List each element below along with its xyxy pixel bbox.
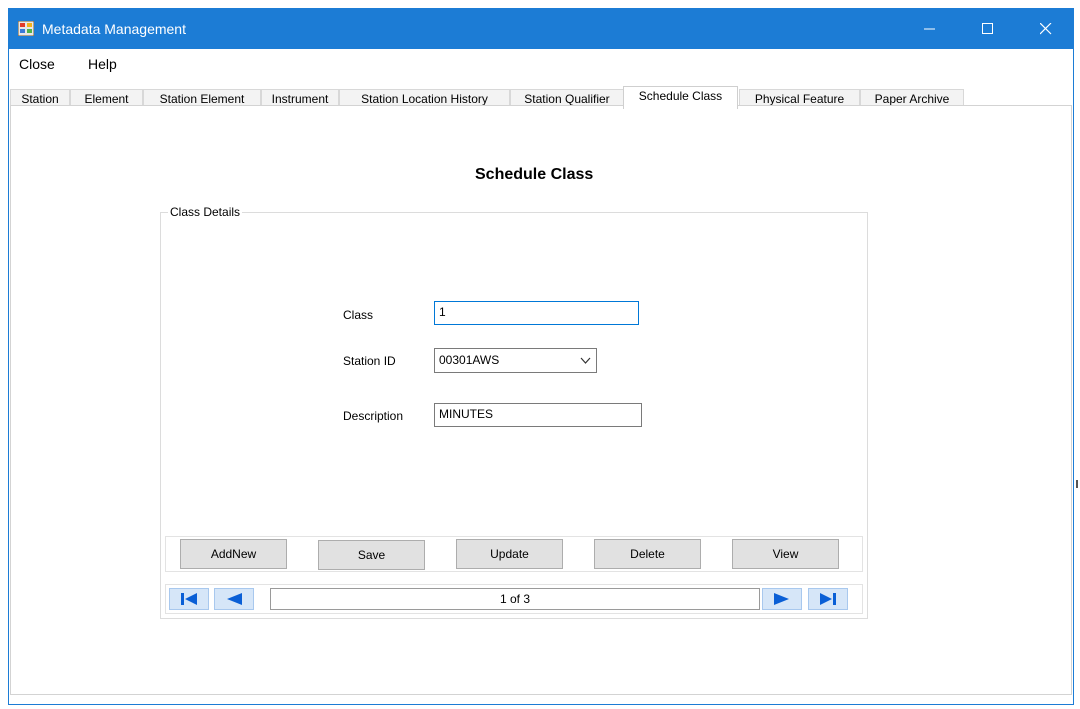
menu-bar: Close Help <box>9 50 1073 74</box>
app-icon <box>18 21 34 36</box>
maximize-button[interactable] <box>959 9 1017 49</box>
station-id-label: Station ID <box>343 354 396 368</box>
description-label: Description <box>343 409 404 423</box>
previous-record-icon <box>227 593 242 605</box>
minimize-button[interactable] <box>901 9 959 49</box>
page-title: Schedule Class <box>475 166 594 183</box>
close-window-button[interactable] <box>1017 9 1075 49</box>
chevron-down-icon <box>580 357 591 364</box>
next-record-button[interactable] <box>762 588 802 610</box>
edge-marker <box>1076 480 1078 488</box>
class-label: Class <box>343 308 374 322</box>
maximize-icon <box>982 23 993 34</box>
record-position: 1 of 3 <box>270 588 760 610</box>
last-record-icon <box>820 593 836 605</box>
last-record-button[interactable] <box>808 588 848 610</box>
class-input[interactable]: 1 <box>434 301 639 325</box>
save-button[interactable]: Save <box>318 540 425 570</box>
description-value: MINUTES <box>439 407 493 421</box>
station-id-value: 00301AWS <box>439 353 500 367</box>
view-button[interactable]: View <box>732 539 839 569</box>
tab-schedule-class[interactable]: Schedule Class <box>623 86 738 109</box>
update-button[interactable]: Update <box>456 539 563 569</box>
first-record-button[interactable] <box>169 588 209 610</box>
title-bar[interactable]: Metadata Management <box>9 9 1073 49</box>
record-navigator: 1 of 3 <box>165 584 863 614</box>
class-details-legend: Class Details <box>168 205 243 219</box>
action-button-panel: AddNew Save Update Delete View <box>165 536 863 572</box>
previous-record-button[interactable] <box>214 588 254 610</box>
menu-close[interactable]: Close <box>19 56 55 72</box>
close-icon <box>1040 23 1052 35</box>
minimize-icon <box>924 28 935 30</box>
class-value: 1 <box>439 305 446 319</box>
next-record-icon <box>774 593 789 605</box>
description-input[interactable]: MINUTES <box>434 403 642 427</box>
menu-help[interactable]: Help <box>88 56 117 72</box>
tab-strip: Station Element Station Element Instrume… <box>9 84 1073 109</box>
add-new-button[interactable]: AddNew <box>180 539 287 569</box>
first-record-icon <box>181 593 197 605</box>
station-id-combobox[interactable]: 00301AWS <box>434 348 597 373</box>
window-title: Metadata Management <box>42 21 186 37</box>
delete-button[interactable]: Delete <box>594 539 701 569</box>
